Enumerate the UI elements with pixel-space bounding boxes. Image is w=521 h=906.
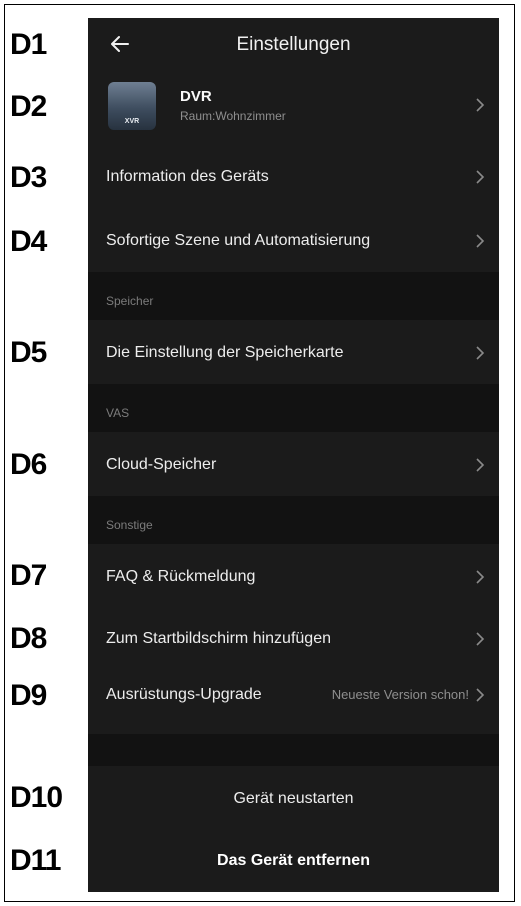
cloud-storage-item[interactable]: Cloud-Speicher	[88, 434, 499, 496]
chevron-right-icon	[476, 688, 485, 702]
faq-feedback-label: FAQ & Rückmeldung	[106, 568, 256, 585]
faq-feedback-item[interactable]: FAQ & Rückmeldung	[88, 546, 499, 608]
scene-automation-label: Sofortige Szene und Automatisierung	[106, 232, 371, 249]
memory-card-settings-item[interactable]: Die Einstellung der Speicherkarte	[88, 322, 499, 384]
add-to-homescreen-label: Zum Startbildschirm hinzufügen	[106, 630, 331, 647]
cloud-storage-label: Cloud-Speicher	[106, 456, 217, 473]
device-info-label: Information des Geräts	[106, 168, 269, 185]
restart-device-button[interactable]: Gerät neustarten	[88, 768, 499, 830]
label-d3: D3	[10, 161, 47, 194]
label-d10: D10	[10, 781, 63, 814]
chevron-right-icon	[476, 458, 485, 472]
chevron-right-icon	[476, 170, 485, 184]
firmware-upgrade-item[interactable]: Ausrüstungs-Upgrade Neueste Version scho…	[88, 664, 499, 726]
device-thumb-text: XVR	[124, 118, 140, 125]
chevron-right-icon	[476, 234, 485, 248]
chevron-right-icon	[476, 632, 485, 646]
device-thumbnail: XVR	[108, 82, 156, 130]
header-bar: Einstellungen	[88, 18, 499, 72]
chevron-right-icon	[476, 346, 485, 360]
section-header-other: Sonstige	[88, 496, 499, 544]
label-d9: D9	[10, 679, 47, 712]
device-row[interactable]: XVR DVR Raum:Wohnzimmer	[88, 74, 499, 138]
page-title: Einstellungen	[236, 34, 351, 55]
section-header-vas: VAS	[88, 384, 499, 432]
label-d8: D8	[10, 622, 47, 655]
section-header-storage: Speicher	[88, 272, 499, 320]
firmware-status: Neueste Version schon!	[331, 687, 469, 702]
memory-card-settings-label: Die Einstellung der Speicherkarte	[106, 344, 344, 361]
remove-device-button[interactable]: Das Gerät entfernen	[88, 830, 499, 892]
section-title-storage: Speicher	[106, 294, 154, 308]
device-info-item[interactable]: Information des Geräts	[88, 146, 499, 208]
device-name: DVR	[180, 88, 212, 105]
firmware-upgrade-label: Ausrüstungs-Upgrade	[106, 686, 262, 703]
chevron-right-icon	[476, 570, 485, 584]
label-d6: D6	[10, 448, 47, 481]
label-d4: D4	[10, 225, 47, 258]
chevron-right-icon	[476, 98, 485, 112]
scene-automation-item[interactable]: Sofortige Szene und Automatisierung	[88, 210, 499, 272]
add-to-homescreen-item[interactable]: Zum Startbildschirm hinzufügen	[88, 608, 499, 670]
section-title-vas: VAS	[106, 406, 130, 420]
arrow-left-icon[interactable]	[108, 30, 134, 58]
label-d11: D11	[10, 844, 61, 877]
section-spacer	[88, 734, 499, 766]
label-d1: D1	[10, 28, 47, 61]
label-d5: D5	[10, 336, 47, 369]
label-d2: D2	[10, 90, 47, 123]
settings-screen: Einstellungen XVR DVR Raum:Wohnzimmer In…	[88, 18, 499, 892]
device-room: Raum:Wohnzimmer	[180, 109, 286, 123]
section-title-other: Sonstige	[106, 518, 153, 532]
label-d7: D7	[10, 559, 47, 592]
